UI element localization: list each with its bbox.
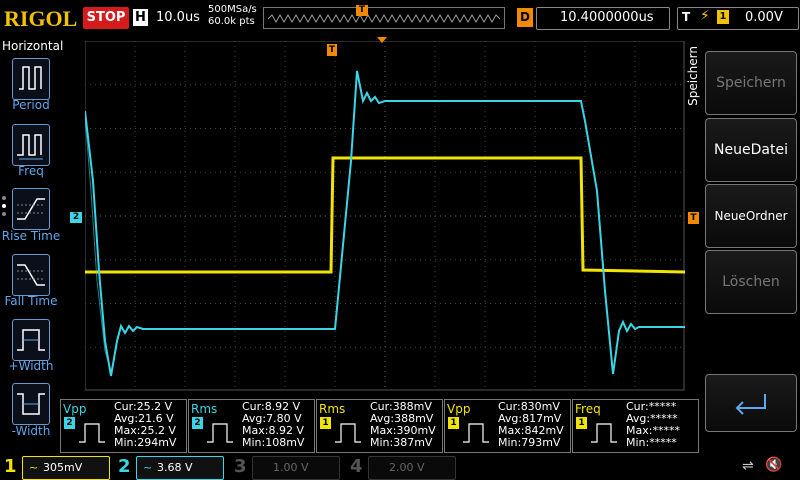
channel-4-number[interactable]: 4 xyxy=(350,456,363,477)
memory-waveform-overview xyxy=(267,13,501,24)
negative-width-button[interactable] xyxy=(12,383,50,425)
fall-time-icon xyxy=(17,264,45,286)
graticule-border xyxy=(85,41,685,391)
save-menu-title: Speichern xyxy=(686,46,700,106)
measurement-channel-badge: 2 xyxy=(192,417,203,429)
memory-trigger-marker: T xyxy=(356,5,368,16)
new-file-button[interactable]: NeueDatei xyxy=(705,118,797,182)
channel-4-scale-box[interactable]: 2.00 V xyxy=(368,456,456,480)
graticule xyxy=(85,41,685,391)
measurement-name: Rms xyxy=(319,402,346,416)
rise-time-button[interactable] xyxy=(12,188,50,230)
delay-marker xyxy=(377,37,387,43)
measurement-channel-badge: 1 xyxy=(448,417,459,429)
measurement-item[interactable]: Rms 1 Cur:388mV Avg:388mV Max:390mV Min:… xyxy=(316,399,443,453)
fall-time-button[interactable] xyxy=(12,254,50,296)
measurement-min: Min:***** xyxy=(626,436,677,449)
freq-label: Freq xyxy=(18,164,44,178)
brand-logo: RIGOL xyxy=(4,6,78,31)
positive-width-label: +Width xyxy=(8,359,54,373)
measurement-name: Freq xyxy=(575,402,601,416)
channel-2-scale-box[interactable]: ~ 3.68 V xyxy=(136,456,224,480)
period-button[interactable] xyxy=(12,58,50,100)
negative-width-label: -Width xyxy=(11,424,51,438)
trigger-position-marker[interactable]: T xyxy=(327,44,337,56)
measurement-item[interactable]: Rms 2 Cur:8.92 V Avg:7.80 V Max:8.92 V M… xyxy=(188,399,315,453)
channel-scale: 1.00 V xyxy=(273,461,309,474)
measurement-type-icon xyxy=(591,423,617,443)
rise-time-icon xyxy=(17,198,45,220)
page-dots xyxy=(2,196,6,220)
measurement-item[interactable]: Vpp 1 Cur:830mV Avg:817mV Max:842mV Min:… xyxy=(444,399,571,453)
measurement-type-icon xyxy=(335,423,361,443)
delete-button[interactable]: Löschen xyxy=(705,250,797,314)
trigger-edge-icon: ⚡ xyxy=(700,8,710,24)
measurement-min: Min:294mV xyxy=(114,436,177,449)
speaker-muted-icon: 🔇 xyxy=(765,457,783,473)
sample-rate: 500MSa/s xyxy=(208,4,257,15)
rise-time-label: Rise Time xyxy=(1,229,61,243)
channel-2-number[interactable]: 2 xyxy=(118,456,131,477)
measurement-item[interactable]: Vpp 2 Cur:25.2 V Avg:21.6 V Max:25.2 V M… xyxy=(60,399,187,453)
ch2-offset-marker[interactable]: 2 xyxy=(70,212,82,223)
measurement-channel-badge: 2 xyxy=(64,417,75,429)
new-folder-button[interactable]: NeueOrdner xyxy=(705,184,797,248)
measurement-type-icon xyxy=(207,423,233,443)
measurement-min: Min:108mV xyxy=(242,436,305,449)
negative-width-icon xyxy=(17,393,45,415)
measurement-type-icon xyxy=(79,423,105,443)
fall-time-label: Fall Time xyxy=(4,294,58,308)
save-button[interactable]: Speichern xyxy=(705,51,797,115)
freq-icon xyxy=(17,134,43,160)
measurement-channel-badge: 1 xyxy=(576,417,587,429)
coupling-icon: ~ xyxy=(29,461,39,474)
measurement-min: Min:387mV xyxy=(370,436,433,449)
measurement-channel-badge: 1 xyxy=(320,417,331,429)
return-arrow-icon xyxy=(735,394,766,415)
channel-1-number[interactable]: 1 xyxy=(4,456,17,477)
memory-depth: 60.0k pts xyxy=(208,16,255,27)
measure-menu-title: Horizontal xyxy=(2,39,64,53)
measurement-type-icon xyxy=(463,423,489,443)
delay-badge: D xyxy=(517,8,533,27)
trigger-level-marker[interactable]: T xyxy=(688,212,699,224)
horizontal-scale[interactable]: 10.0us xyxy=(156,10,200,25)
measurement-item[interactable]: Freq 1 Cur:***** Avg:***** Max:***** Min… xyxy=(572,399,699,453)
channel-1-scale-box[interactable]: ~ 305mV xyxy=(22,456,110,480)
channel-scale: 2.00 V xyxy=(389,461,425,474)
waveform-display[interactable] xyxy=(85,41,685,391)
run-stop-status[interactable]: STOP xyxy=(83,7,129,29)
usb-icon: ⇌ xyxy=(742,458,754,474)
delay-value: 10.4000000us xyxy=(560,10,654,25)
channel-3-scale-box[interactable]: 1.00 V xyxy=(252,456,340,480)
measurement-min: Min:793mV xyxy=(498,436,561,449)
measurement-name: Vpp xyxy=(63,402,87,416)
channel-scale: 305mV xyxy=(43,461,83,474)
channel-scale: 3.68 V xyxy=(157,461,193,474)
measurement-name: Rms xyxy=(191,402,218,416)
measurement-name: Vpp xyxy=(447,402,471,416)
channel-3-number[interactable]: 3 xyxy=(234,456,247,477)
positive-width-icon xyxy=(17,329,45,351)
trigger-badge: T xyxy=(682,10,691,24)
positive-width-button[interactable] xyxy=(12,319,50,361)
return-button[interactable] xyxy=(705,374,797,432)
coupling-icon: ~ xyxy=(143,461,153,474)
trigger-source-badge: 1 xyxy=(717,10,729,24)
trigger-level: 0.00V xyxy=(745,10,783,25)
freq-button[interactable] xyxy=(12,124,50,166)
period-icon xyxy=(19,66,42,90)
horizontal-badge: H xyxy=(133,9,148,26)
period-label: Period xyxy=(12,98,50,112)
memory-position-bar: T xyxy=(263,5,505,29)
